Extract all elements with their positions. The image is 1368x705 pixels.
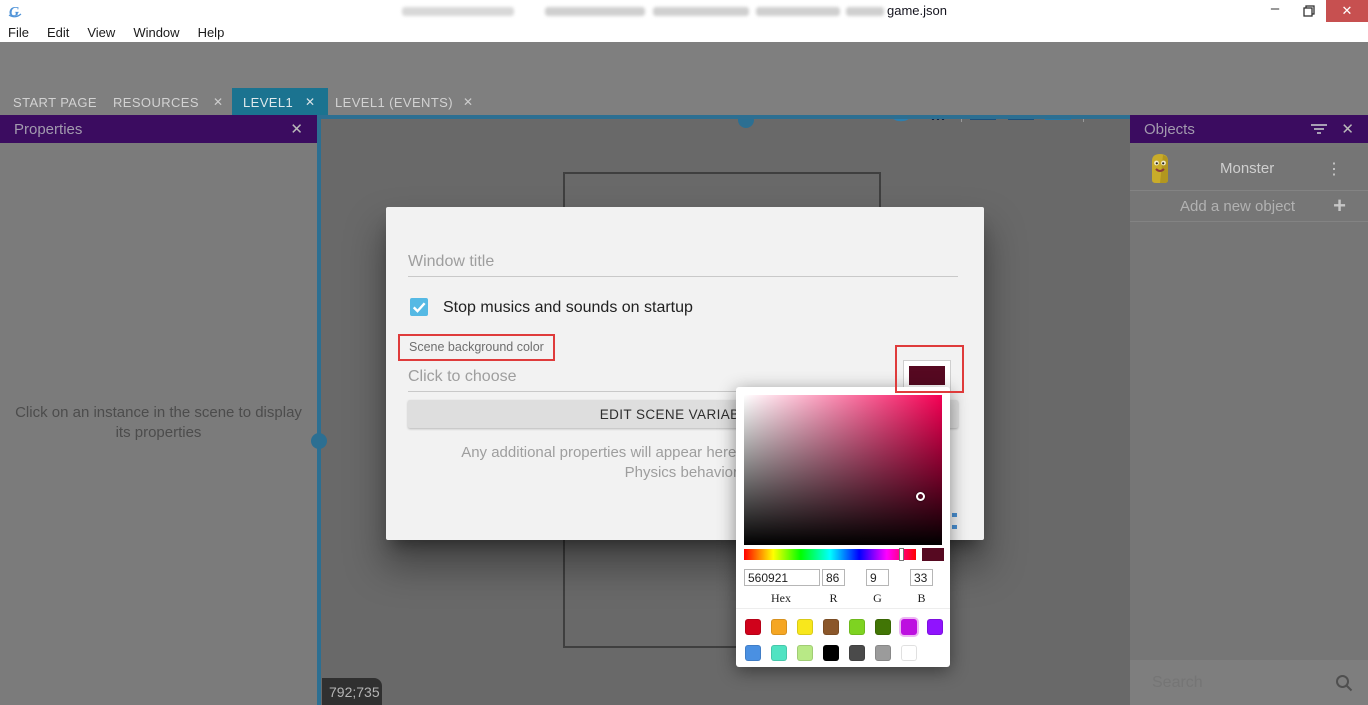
color-swatch[interactable] [745, 645, 761, 661]
objects-panel-title: Objects [1144, 121, 1195, 138]
editor-tab-bar: START PAGE RESOURCES ✕ LEVEL1 ✕ LEVEL1 (… [0, 88, 1368, 115]
objects-search-row [1130, 660, 1368, 705]
gdevelop-logo-icon: G [7, 3, 23, 19]
green-input[interactable] [866, 569, 889, 586]
stop-musics-checkbox[interactable] [410, 298, 428, 316]
minimize-icon: – [1271, 0, 1279, 17]
saturation-cursor[interactable] [916, 492, 925, 501]
restore-icon [1303, 5, 1315, 17]
color-swatch[interactable] [771, 645, 787, 661]
red-label: R [822, 591, 845, 606]
divider [1130, 221, 1368, 222]
tab-resources-close-icon[interactable]: ✕ [213, 95, 223, 109]
color-swatch[interactable] [927, 619, 943, 635]
saturation-gradient[interactable] [744, 395, 942, 545]
color-swatch[interactable] [875, 619, 891, 635]
objects-close-icon[interactable]: ✕ [1341, 120, 1354, 138]
color-swatch[interactable] [823, 619, 839, 635]
title-bar: G game.json – ✕ [0, 0, 1368, 22]
main-toolbar: 1:1 [0, 42, 1368, 88]
objects-panel-header: Objects ✕ [1130, 115, 1368, 143]
tab-level1-close-icon[interactable]: ✕ [305, 95, 315, 109]
hidden-button-text-fragment [952, 513, 957, 517]
redacted-title-text [653, 7, 749, 16]
tab-level1[interactable]: LEVEL1 ✕ [232, 88, 328, 115]
hue-slider[interactable] [744, 549, 916, 560]
tab-level1-events-close-icon[interactable]: ✕ [463, 95, 473, 109]
vertical-scrollbar-handle[interactable] [311, 433, 327, 449]
green-label: G [866, 591, 889, 606]
current-color-preview [922, 548, 944, 561]
properties-empty-message-line1: Click on an instance in the scene to dis… [0, 403, 317, 423]
blue-label: B [910, 591, 933, 606]
color-swatch[interactable] [823, 645, 839, 661]
close-icon: ✕ [1342, 3, 1353, 19]
blue-input[interactable] [910, 569, 933, 586]
hue-slider-handle[interactable] [899, 548, 904, 561]
redacted-title-text [545, 7, 645, 16]
scene-background-value[interactable]: Click to choose [408, 368, 517, 386]
vertical-scrollbar[interactable] [317, 115, 321, 705]
tab-start-page[interactable]: START PAGE [13, 95, 97, 110]
search-icon[interactable] [1335, 674, 1353, 692]
color-swatch[interactable] [771, 619, 787, 635]
window-title-field[interactable] [408, 247, 958, 277]
cursor-coordinates-badge: 792;735 [322, 678, 382, 705]
menu-bar: File Edit View Window Help [0, 22, 1368, 42]
properties-panel-title: Properties [14, 121, 82, 138]
color-swatch[interactable] [849, 645, 865, 661]
object-row-monster[interactable]: Monster ⋮ [1130, 147, 1368, 190]
filter-icon[interactable] [1311, 123, 1327, 135]
annotation-color-swatch [895, 345, 964, 393]
properties-panel: Properties ✕ Click on an instance in the… [0, 115, 317, 705]
hex-label: Hex [761, 591, 801, 606]
stop-musics-label[interactable]: Stop musics and sounds on startup [443, 299, 693, 317]
color-swatch[interactable] [797, 645, 813, 661]
redacted-title-text [402, 7, 514, 16]
redacted-title-text [846, 7, 884, 16]
hex-input[interactable] [744, 569, 820, 586]
object-name: Monster [1220, 160, 1274, 177]
annotation-scene-background-label [398, 334, 555, 361]
properties-close-icon[interactable]: ✕ [290, 120, 303, 138]
menu-file[interactable]: File [8, 25, 29, 40]
color-swatch[interactable] [797, 619, 813, 635]
tab-level1-label: LEVEL1 [243, 95, 293, 110]
close-button[interactable]: ✕ [1326, 0, 1368, 22]
window-title: game.json [887, 3, 947, 18]
search-input[interactable] [1152, 674, 1312, 692]
minimize-button[interactable]: – [1258, 0, 1292, 22]
menu-edit[interactable]: Edit [47, 25, 69, 40]
color-picker: Hex R G B [736, 387, 950, 667]
red-input[interactable] [822, 569, 845, 586]
monster-object-icon [1148, 153, 1172, 185]
hidden-button-text-fragment [952, 525, 957, 529]
objects-panel: Objects ✕ Monster ⋮ Add a new object + [1130, 115, 1368, 705]
horizontal-scrollbar[interactable] [321, 115, 1130, 119]
menu-window[interactable]: Window [133, 25, 179, 40]
color-swatch[interactable] [901, 619, 917, 635]
color-swatch[interactable] [875, 645, 891, 661]
object-more-icon[interactable]: ⋮ [1326, 159, 1342, 179]
coordinates-value: 792;735 [329, 684, 380, 700]
add-object-label: Add a new object [1180, 198, 1295, 215]
restore-button[interactable] [1292, 0, 1326, 22]
tab-level1-events[interactable]: LEVEL1 (EVENTS) [335, 95, 453, 110]
picker-divider [736, 608, 950, 609]
properties-panel-header: Properties ✕ [0, 115, 317, 143]
properties-empty-message-line2: its properties [0, 423, 317, 443]
tab-resources[interactable]: RESOURCES [113, 95, 199, 110]
menu-view[interactable]: View [87, 25, 115, 40]
plus-icon: + [1333, 193, 1346, 219]
redacted-title-text [756, 7, 840, 16]
check-icon [410, 298, 428, 316]
color-swatch[interactable] [849, 619, 865, 635]
color-swatch[interactable] [745, 619, 761, 635]
menu-help[interactable]: Help [198, 25, 225, 40]
add-object-button[interactable]: Add a new object + [1130, 191, 1368, 221]
color-swatch[interactable] [901, 645, 917, 661]
properties-empty-message: Click on an instance in the scene to dis… [0, 403, 317, 443]
